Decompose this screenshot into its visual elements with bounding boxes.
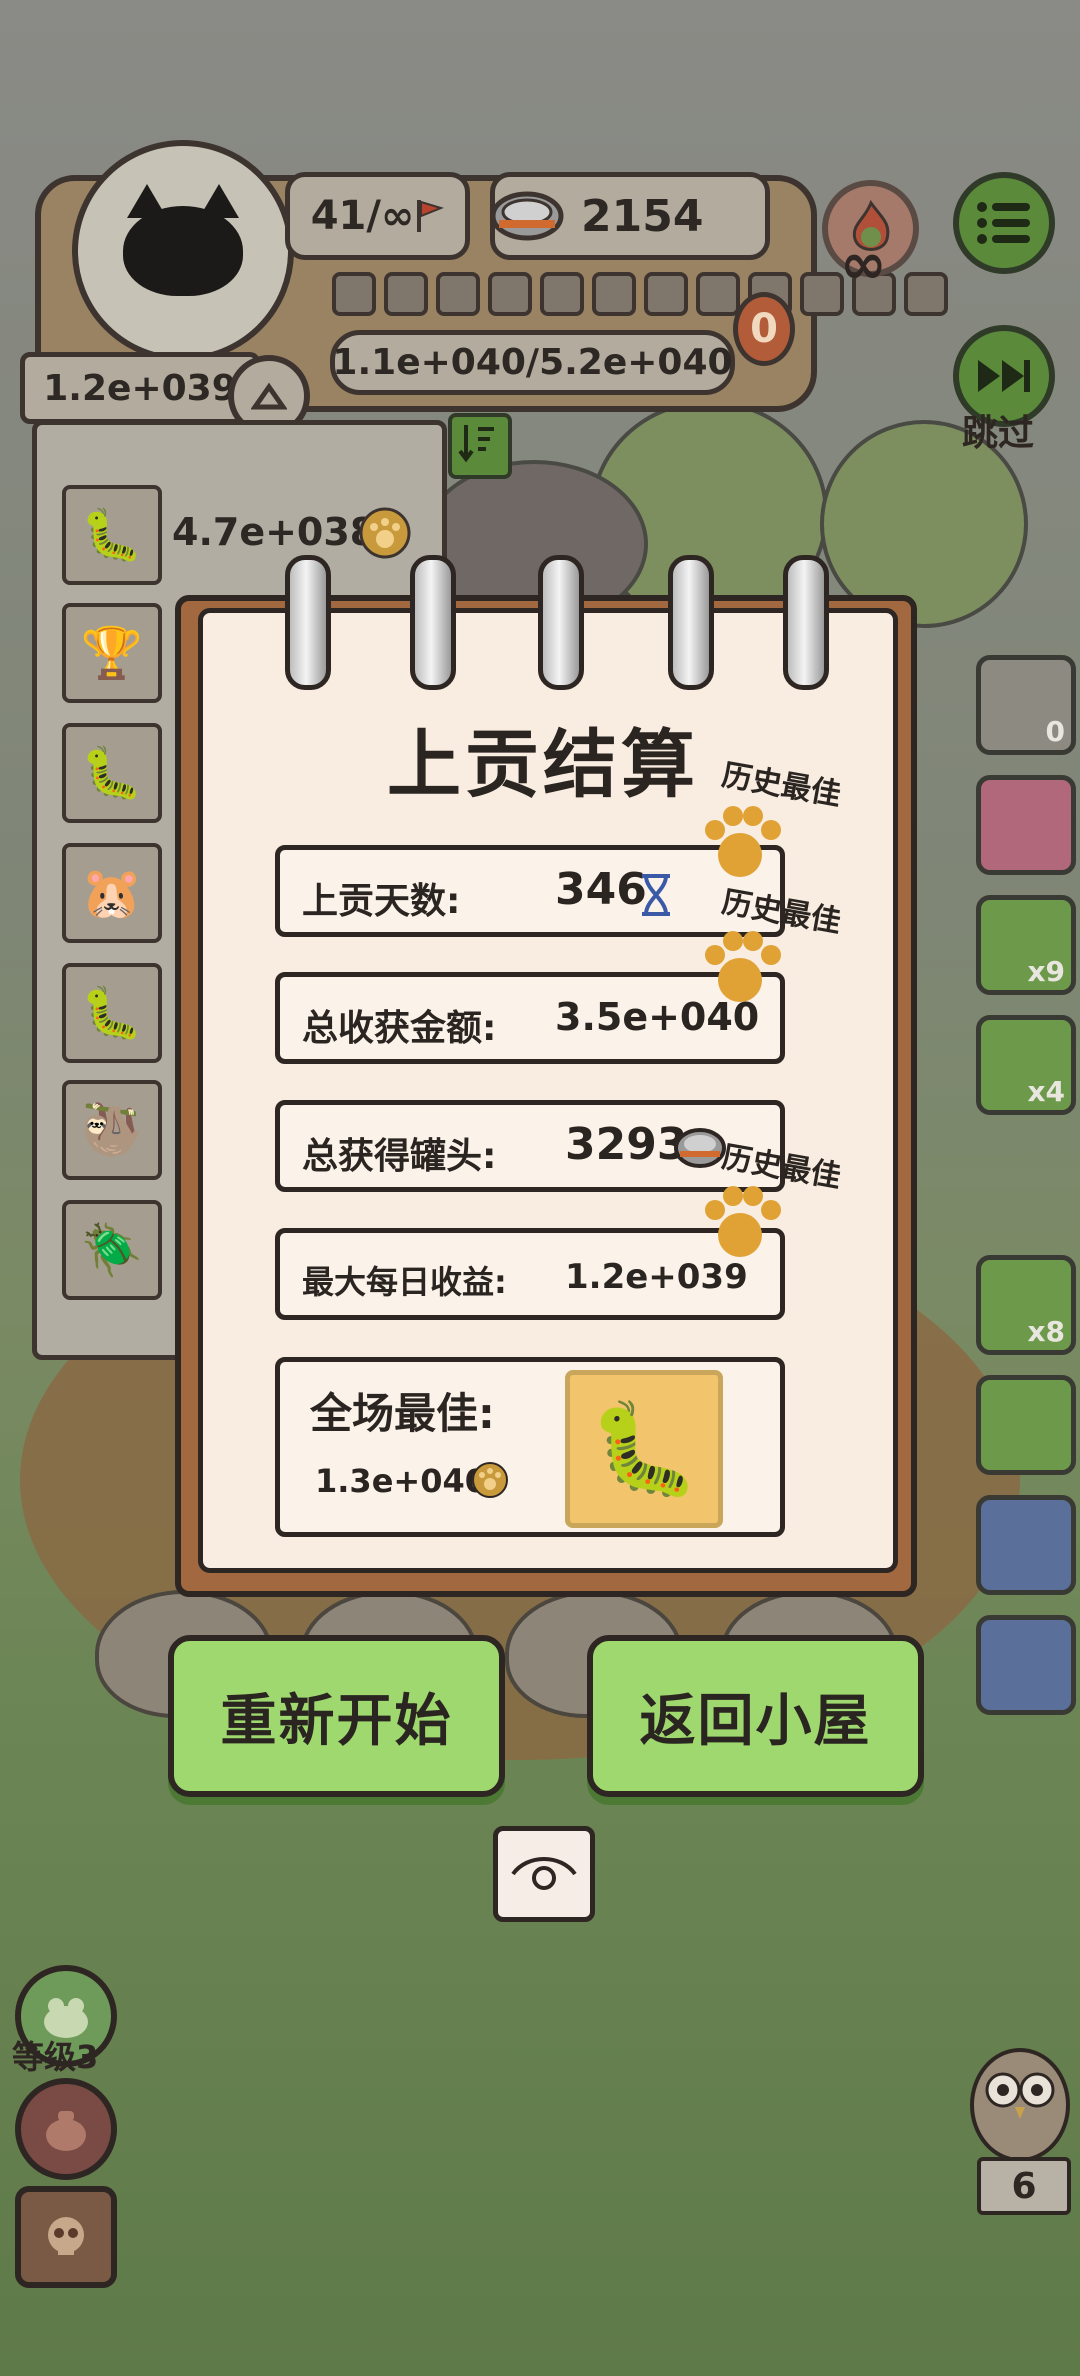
wings-item[interactable] [976, 1495, 1076, 1595]
owl-icon [970, 2048, 1070, 2162]
infinity-icon: ∞ [840, 232, 887, 297]
segment [644, 272, 688, 316]
binder-ring [538, 555, 584, 690]
creature-slot-armadillo[interactable]: 🐛 [62, 485, 162, 585]
hourglass-icon [642, 874, 670, 916]
segment [904, 272, 948, 316]
cans-counter: 2154 [490, 172, 770, 260]
creature-slot-hamster[interactable]: 🐹 [62, 843, 162, 943]
creature-slot-trophy[interactable]: 🏆 [62, 603, 162, 703]
segment [488, 272, 532, 316]
segment [540, 272, 584, 316]
owl-count: 6 [977, 2157, 1071, 2215]
fast-forward-icon [978, 360, 1030, 392]
level-label: 等级3 [12, 2038, 99, 2076]
helmet-item[interactable]: x8 [976, 1255, 1076, 1355]
player-avatar[interactable] [72, 140, 294, 362]
list-icon [977, 202, 1030, 244]
chevron-up-icon [251, 382, 287, 410]
skull-button[interactable] [15, 2186, 117, 2288]
gold-paw-icon [472, 1462, 508, 1498]
binder-ring [410, 555, 456, 690]
creature-slot-armadillo[interactable]: 🐛 [62, 963, 162, 1063]
segment [800, 272, 844, 316]
eye-icon [511, 1857, 577, 1890]
best-creature-card[interactable]: 🐛 [565, 1370, 723, 1528]
gold-paw-icon [705, 931, 781, 1002]
skip-label: 跳过 [962, 413, 1035, 454]
restart-button[interactable]: 重新开始 [168, 1635, 505, 1797]
black-cat-icon [123, 184, 243, 296]
creature-slot-armadillo[interactable]: 🐛 [62, 723, 162, 823]
creature-slot-dung-beetle[interactable]: 🪲 [62, 1200, 162, 1300]
income-rate: 1.2e+039 [20, 352, 260, 424]
ticket-item[interactable]: x4 [976, 1015, 1076, 1115]
skull-icon [48, 2217, 84, 2255]
sort-icon [458, 425, 494, 463]
bag-button[interactable] [15, 2078, 117, 2180]
stat-row-cans: 总获得罐头: 3293 [275, 1100, 785, 1192]
alert-badge: 0 [733, 292, 795, 366]
gold-paw-icon [359, 507, 411, 559]
green-orb-item[interactable] [976, 775, 1076, 875]
menu-button[interactable] [953, 172, 1055, 274]
owl-helper[interactable]: 6 [965, 2035, 1075, 2215]
creature-slot-sloth[interactable]: 🦥 [62, 1080, 162, 1180]
creature-value: 4.7e+038 [172, 510, 377, 554]
gold-paw-icon [705, 1186, 781, 1257]
segment [436, 272, 480, 316]
bag-icon [46, 2111, 86, 2151]
round-counter: 41/∞ [285, 172, 470, 260]
segment [592, 272, 636, 316]
card-item[interactable] [976, 1375, 1076, 1475]
binder-ring [783, 555, 829, 690]
binder-ring [668, 555, 714, 690]
segment [332, 272, 376, 316]
candy-item[interactable]: x9 [976, 895, 1076, 995]
binder-ring [285, 555, 331, 690]
segment [696, 272, 740, 316]
view-toggle-button[interactable] [493, 1826, 595, 1922]
flag-icon [417, 200, 445, 232]
sort-button[interactable] [448, 413, 512, 479]
can-icon [674, 1128, 726, 1168]
tribute-progress-bar: 1.1e+040/5.2e+040 [330, 330, 735, 395]
gold-paw-icon [705, 806, 781, 877]
segment [384, 272, 428, 316]
return-home-button[interactable]: 返回小屋 [587, 1635, 924, 1797]
rock-item[interactable]: 0 [976, 655, 1076, 755]
can-icon [490, 191, 564, 241]
trophy-item[interactable] [976, 1615, 1076, 1715]
